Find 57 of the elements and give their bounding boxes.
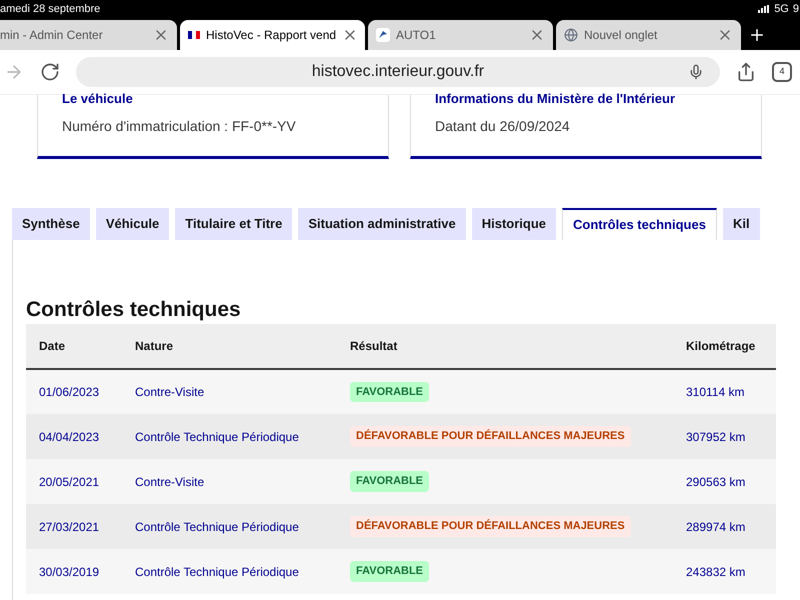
browser-tab[interactable]: AUTO1 — [368, 20, 553, 50]
table-cell: 04/04/2023 — [26, 414, 122, 459]
section-tab[interactable]: Véhicule — [96, 208, 170, 240]
table-cell: 290563 km — [673, 459, 776, 504]
tab-title: HistoVec - Rapport vend — [206, 27, 336, 44]
table-cell: Contre-Visite — [122, 369, 337, 414]
section-tab[interactable]: Historique — [472, 208, 556, 240]
table-cell: 30/03/2019 — [26, 549, 122, 594]
new-tab-icon[interactable] — [748, 26, 766, 44]
section-tab[interactable]: Synthèse — [12, 208, 90, 240]
browser-tab[interactable]: HistoVec - Rapport vend — [180, 20, 365, 50]
table-cell: 01/06/2023 — [26, 369, 122, 414]
section-title: Contrôles techniques — [26, 298, 242, 322]
table-cell: Contrôle Technique Périodique — [122, 549, 337, 594]
section-tab[interactable]: Situation administrative — [298, 208, 466, 240]
card-text: Numéro d'immatriculation : FF-0**-YV — [62, 117, 297, 136]
table-cell: 20/05/2021 — [26, 459, 122, 504]
result-badge: FAVORABLE — [350, 382, 430, 402]
column-header: Kilométrage — [673, 324, 776, 369]
column-header: Résultat — [337, 324, 673, 369]
globe-icon — [564, 28, 578, 42]
card-title: Informations du Ministère de l'Intérieur — [435, 92, 676, 106]
tab-title: AUTO1 — [396, 27, 437, 44]
tab-title: min - Admin Center — [0, 27, 104, 44]
card-title: Le véhicule — [62, 92, 134, 106]
microphone-icon[interactable] — [688, 64, 704, 80]
section-tab[interactable]: Contrôles techniques — [562, 208, 717, 240]
result-badge: DÉFAVORABLE POUR DÉFAILLANCES MAJEURES — [350, 516, 631, 537]
table-cell: 243832 km — [673, 549, 776, 594]
table-cell: 310114 km — [673, 369, 776, 414]
table-cell: 307952 km — [673, 414, 776, 459]
reload-icon[interactable] — [40, 62, 60, 82]
column-header: Date — [26, 324, 122, 369]
status-date: amedi 28 septembre — [0, 2, 100, 17]
address-field[interactable]: histovec.interieur.gouv.fr — [76, 57, 720, 87]
browser-tab[interactable]: Nouvel onglet — [556, 20, 741, 50]
table-cell: 289974 km — [673, 504, 776, 549]
signal-icon — [758, 5, 770, 13]
column-header: Nature — [122, 324, 337, 369]
result-badge: FAVORABLE — [350, 471, 430, 492]
section-tab[interactable]: Titulaire et Titre — [175, 208, 292, 240]
browser-tab[interactable]: min - Admin Center — [0, 20, 177, 50]
table-cell: Contrôle Technique Périodique — [122, 504, 337, 549]
table-cell: 27/03/2021 — [26, 504, 122, 549]
network-label: 5G — [774, 2, 789, 17]
battery-label: 9 — [792, 2, 799, 17]
flag-icon — [188, 31, 200, 39]
section-tab[interactable]: Kil — [722, 208, 760, 240]
result-badge: FAVORABLE — [350, 561, 430, 582]
tab-count-button[interactable]: 4 — [772, 62, 792, 82]
card-text: Datant du 26/09/2024 — [435, 117, 571, 136]
result-badge: DÉFAVORABLE POUR DÉFAILLANCES MAJEURES — [350, 426, 631, 447]
share-icon[interactable] — [736, 62, 756, 82]
logo-icon — [376, 28, 390, 42]
tab-title: Nouvel onglet — [584, 27, 658, 44]
table-cell: Contre-Visite — [122, 459, 337, 504]
table-cell: Contrôle Technique Périodique — [122, 414, 337, 459]
